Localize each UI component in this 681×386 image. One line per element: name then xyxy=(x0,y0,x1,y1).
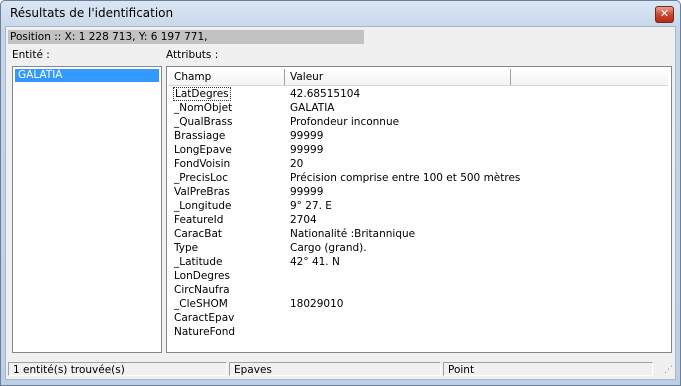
column-header-valeur[interactable]: Valeur xyxy=(285,69,511,85)
field-value-cell: 99999 xyxy=(290,186,324,198)
status-layer: Epaves xyxy=(229,362,441,376)
table-row[interactable]: NatureFond xyxy=(169,325,668,339)
field-value-cell: Profondeur inconnue xyxy=(290,116,400,128)
dialog-body: Position :: X: 1 228 713, Y: 6 197 771, … xyxy=(5,26,676,380)
table-row[interactable]: _QualBrass Profondeur inconnue xyxy=(169,115,668,129)
status-geometry: Point xyxy=(443,362,653,376)
close-button[interactable]: ✕ xyxy=(655,6,674,23)
status-bar: 1 entité(s) trouvée(s) Epaves Point ⋰ xyxy=(6,360,675,378)
field-name-cell: FeatureId xyxy=(174,214,224,226)
table-row[interactable]: _Latitude 42° 41. N xyxy=(169,255,668,269)
identification-window: Résultats de l'identification ✕ Position… xyxy=(0,0,681,386)
table-row[interactable]: _PrecisLoc Précision comprise entre 100 e… xyxy=(169,171,668,185)
table-row[interactable]: LatDegres 42.68515104 xyxy=(169,87,668,101)
field-name-cell: FondVoisin xyxy=(174,158,231,170)
title-bar[interactable]: Résultats de l'identification ✕ xyxy=(1,1,680,25)
table-rows: LatDegres 42.68515104 _NomObjet GALATIA _Qua… xyxy=(169,87,668,339)
field-name-cell: _QualBrass xyxy=(174,116,233,128)
field-value-cell: 20 xyxy=(290,158,304,170)
entity-item-galatia[interactable]: GALATIA xyxy=(15,69,159,82)
attributes-table[interactable]: Champ Valeur LatDegres 42.68515104 _NomObj… xyxy=(166,66,672,353)
field-value-cell: 42.68515104 xyxy=(290,88,361,100)
field-value-cell: 99999 xyxy=(290,130,324,142)
window-title: Résultats de l'identification xyxy=(10,6,174,20)
field-name-cell: CircNaufra xyxy=(174,284,230,296)
field-value-cell: Nationalité :Britannique xyxy=(290,228,416,240)
close-icon: ✕ xyxy=(659,7,670,20)
field-name-cell: _PrecisLoc xyxy=(174,172,228,184)
field-value-cell: 42° 41. N xyxy=(290,256,340,268)
field-name-cell: LongEpave xyxy=(174,144,232,156)
table-row[interactable]: CaracBat Nationalité :Britannique xyxy=(169,227,668,241)
table-row[interactable]: FondVoisin 20 xyxy=(169,157,668,171)
table-row[interactable]: LonDegres xyxy=(169,269,668,283)
field-name-cell: _Latitude xyxy=(174,256,223,268)
table-header: Champ Valeur xyxy=(169,69,668,86)
table-row[interactable]: CircNaufra xyxy=(169,283,668,297)
field-name-cell: ValPreBras xyxy=(174,186,230,198)
table-row[interactable]: _CleSHOM 18029010 xyxy=(169,297,668,311)
table-row[interactable]: FeatureId 2704 xyxy=(169,213,668,227)
field-name-cell: Type xyxy=(174,242,199,254)
field-value-cell: 99999 xyxy=(290,144,324,156)
field-name-cell: _NomObjet xyxy=(174,102,233,114)
field-name-cell: Brassiage xyxy=(174,130,226,142)
entity-list[interactable]: GALATIA xyxy=(12,66,162,353)
table-row[interactable]: _NomObjet GALATIA xyxy=(169,101,668,115)
field-value-cell: 18029010 xyxy=(290,298,344,310)
field-name-cell: LonDegres xyxy=(174,270,230,282)
resize-grip-icon[interactable]: ⋰ xyxy=(661,364,673,376)
field-name-cell: NatureFond xyxy=(174,326,236,338)
attributes-label: Attributs : xyxy=(166,49,219,61)
field-value-cell: 2704 xyxy=(290,214,317,226)
field-value-cell: 9° 27. E xyxy=(290,200,332,212)
table-row[interactable]: Type Cargo (grand). xyxy=(169,241,668,255)
field-name-cell: CaractEpav xyxy=(174,312,235,324)
position-readout: Position :: X: 1 228 713, Y: 6 197 771, xyxy=(8,30,364,44)
table-row[interactable]: _Longitude 9° 27. E xyxy=(169,199,668,213)
table-row[interactable]: CaractEpav xyxy=(169,311,668,325)
field-name-cell: CaracBat xyxy=(174,228,223,240)
field-value-cell: GALATIA xyxy=(290,102,335,114)
table-row[interactable]: Brassiage 99999 xyxy=(169,129,668,143)
column-header-empty[interactable] xyxy=(511,69,668,85)
field-value-cell: Précision comprise entre 100 et 500 mètr… xyxy=(290,172,521,184)
table-row[interactable]: LongEpave 99999 xyxy=(169,143,668,157)
column-header-champ[interactable]: Champ xyxy=(169,69,285,85)
field-name-cell: _Longitude xyxy=(174,200,232,212)
field-name-cell: LatDegres xyxy=(173,87,231,101)
field-name-cell: _CleSHOM xyxy=(174,298,228,310)
entity-label: Entité : xyxy=(12,49,50,61)
table-row[interactable]: ValPreBras 99999 xyxy=(169,185,668,199)
field-value-cell: Cargo (grand). xyxy=(290,242,367,254)
status-entity-count: 1 entité(s) trouvée(s) xyxy=(8,362,227,376)
